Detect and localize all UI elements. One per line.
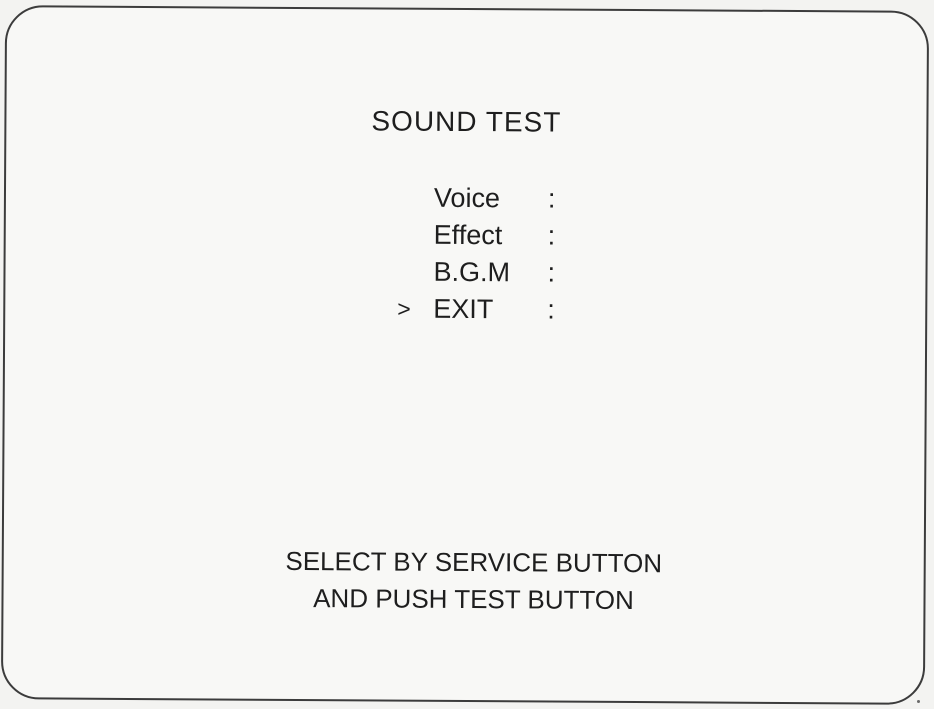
page-title: SOUND TEST [371, 105, 562, 138]
menu-item-separator: : [547, 257, 556, 288]
sound-test-screen: SOUND TEST Voice : Effect : B.G.M : > EX… [0, 5, 930, 705]
menu-item-label: B.G.M [433, 256, 511, 288]
menu-item-exit[interactable]: > EXIT : [397, 291, 597, 329]
menu-item-effect[interactable]: Effect : [398, 217, 598, 255]
instructions-line-1: SELECT BY SERVICE BUTTON [285, 545, 663, 579]
selection-cursor-icon: > [397, 295, 411, 322]
menu-item-bgm[interactable]: B.G.M : [397, 254, 597, 292]
menu-item-separator: : [547, 220, 556, 251]
instructions-line-2: AND PUSH TEST BUTTON [313, 583, 634, 616]
menu-item-voice[interactable]: Voice : [398, 180, 598, 218]
sound-test-menu: Voice : Effect : B.G.M : > EXIT : [397, 180, 598, 329]
menu-item-label: Effect [433, 219, 503, 251]
instructions-text: SELECT BY SERVICE BUTTON AND PUSH TEST B… [23, 541, 923, 620]
menu-item-separator: : [547, 183, 556, 214]
menu-item-label: EXIT [433, 293, 494, 325]
print-speck [917, 700, 920, 703]
menu-item-separator: : [547, 294, 555, 325]
menu-item-label: Voice [433, 182, 501, 214]
